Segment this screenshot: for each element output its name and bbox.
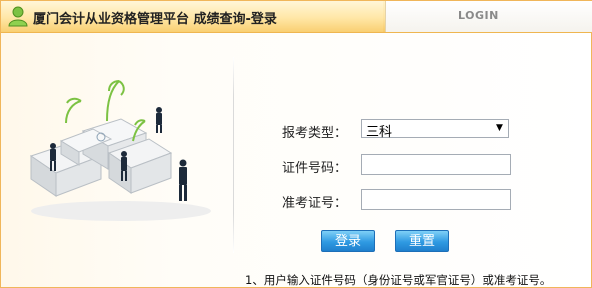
login-button[interactable]: 登录 (321, 230, 375, 252)
chevron-down-icon[interactable]: ▼ (492, 121, 507, 136)
login-tab-label[interactable]: LOGIN (458, 9, 499, 22)
exam-type-label: 报考类型： (282, 126, 348, 141)
exam-number-input[interactable] (361, 189, 511, 210)
reset-button[interactable]: 重置 (395, 230, 449, 252)
id-number-input[interactable] (361, 154, 511, 175)
user-icon (8, 6, 28, 27)
panel-header: 厦门会计从业资格管理平台 成绩查询-登录 LOGIN (1, 1, 592, 33)
exam-type-value: 三科 (366, 125, 393, 140)
instruction-note: 1、用户输入证件号码（身份证号或军官证号）或准考证号。 (245, 273, 552, 287)
vertical-divider (233, 57, 234, 253)
keyboard-business-illustration (29, 80, 211, 221)
content-area: 报考类型： 三科 ▼ 证件号码： 准考证号： 登录 重置 1、用户输入证件号码（… (1, 33, 591, 287)
id-number-label: 证件号码： (282, 161, 348, 176)
page-title: 厦门会计从业资格管理平台 成绩查询-登录 (33, 12, 277, 27)
exam-type-select[interactable]: 三科 ▼ (361, 119, 509, 140)
exam-number-label: 准考证号： (282, 196, 348, 211)
login-panel: 厦门会计从业资格管理平台 成绩查询-登录 LOGIN 报考类型： 三科 ▼ 证件… (0, 0, 592, 288)
